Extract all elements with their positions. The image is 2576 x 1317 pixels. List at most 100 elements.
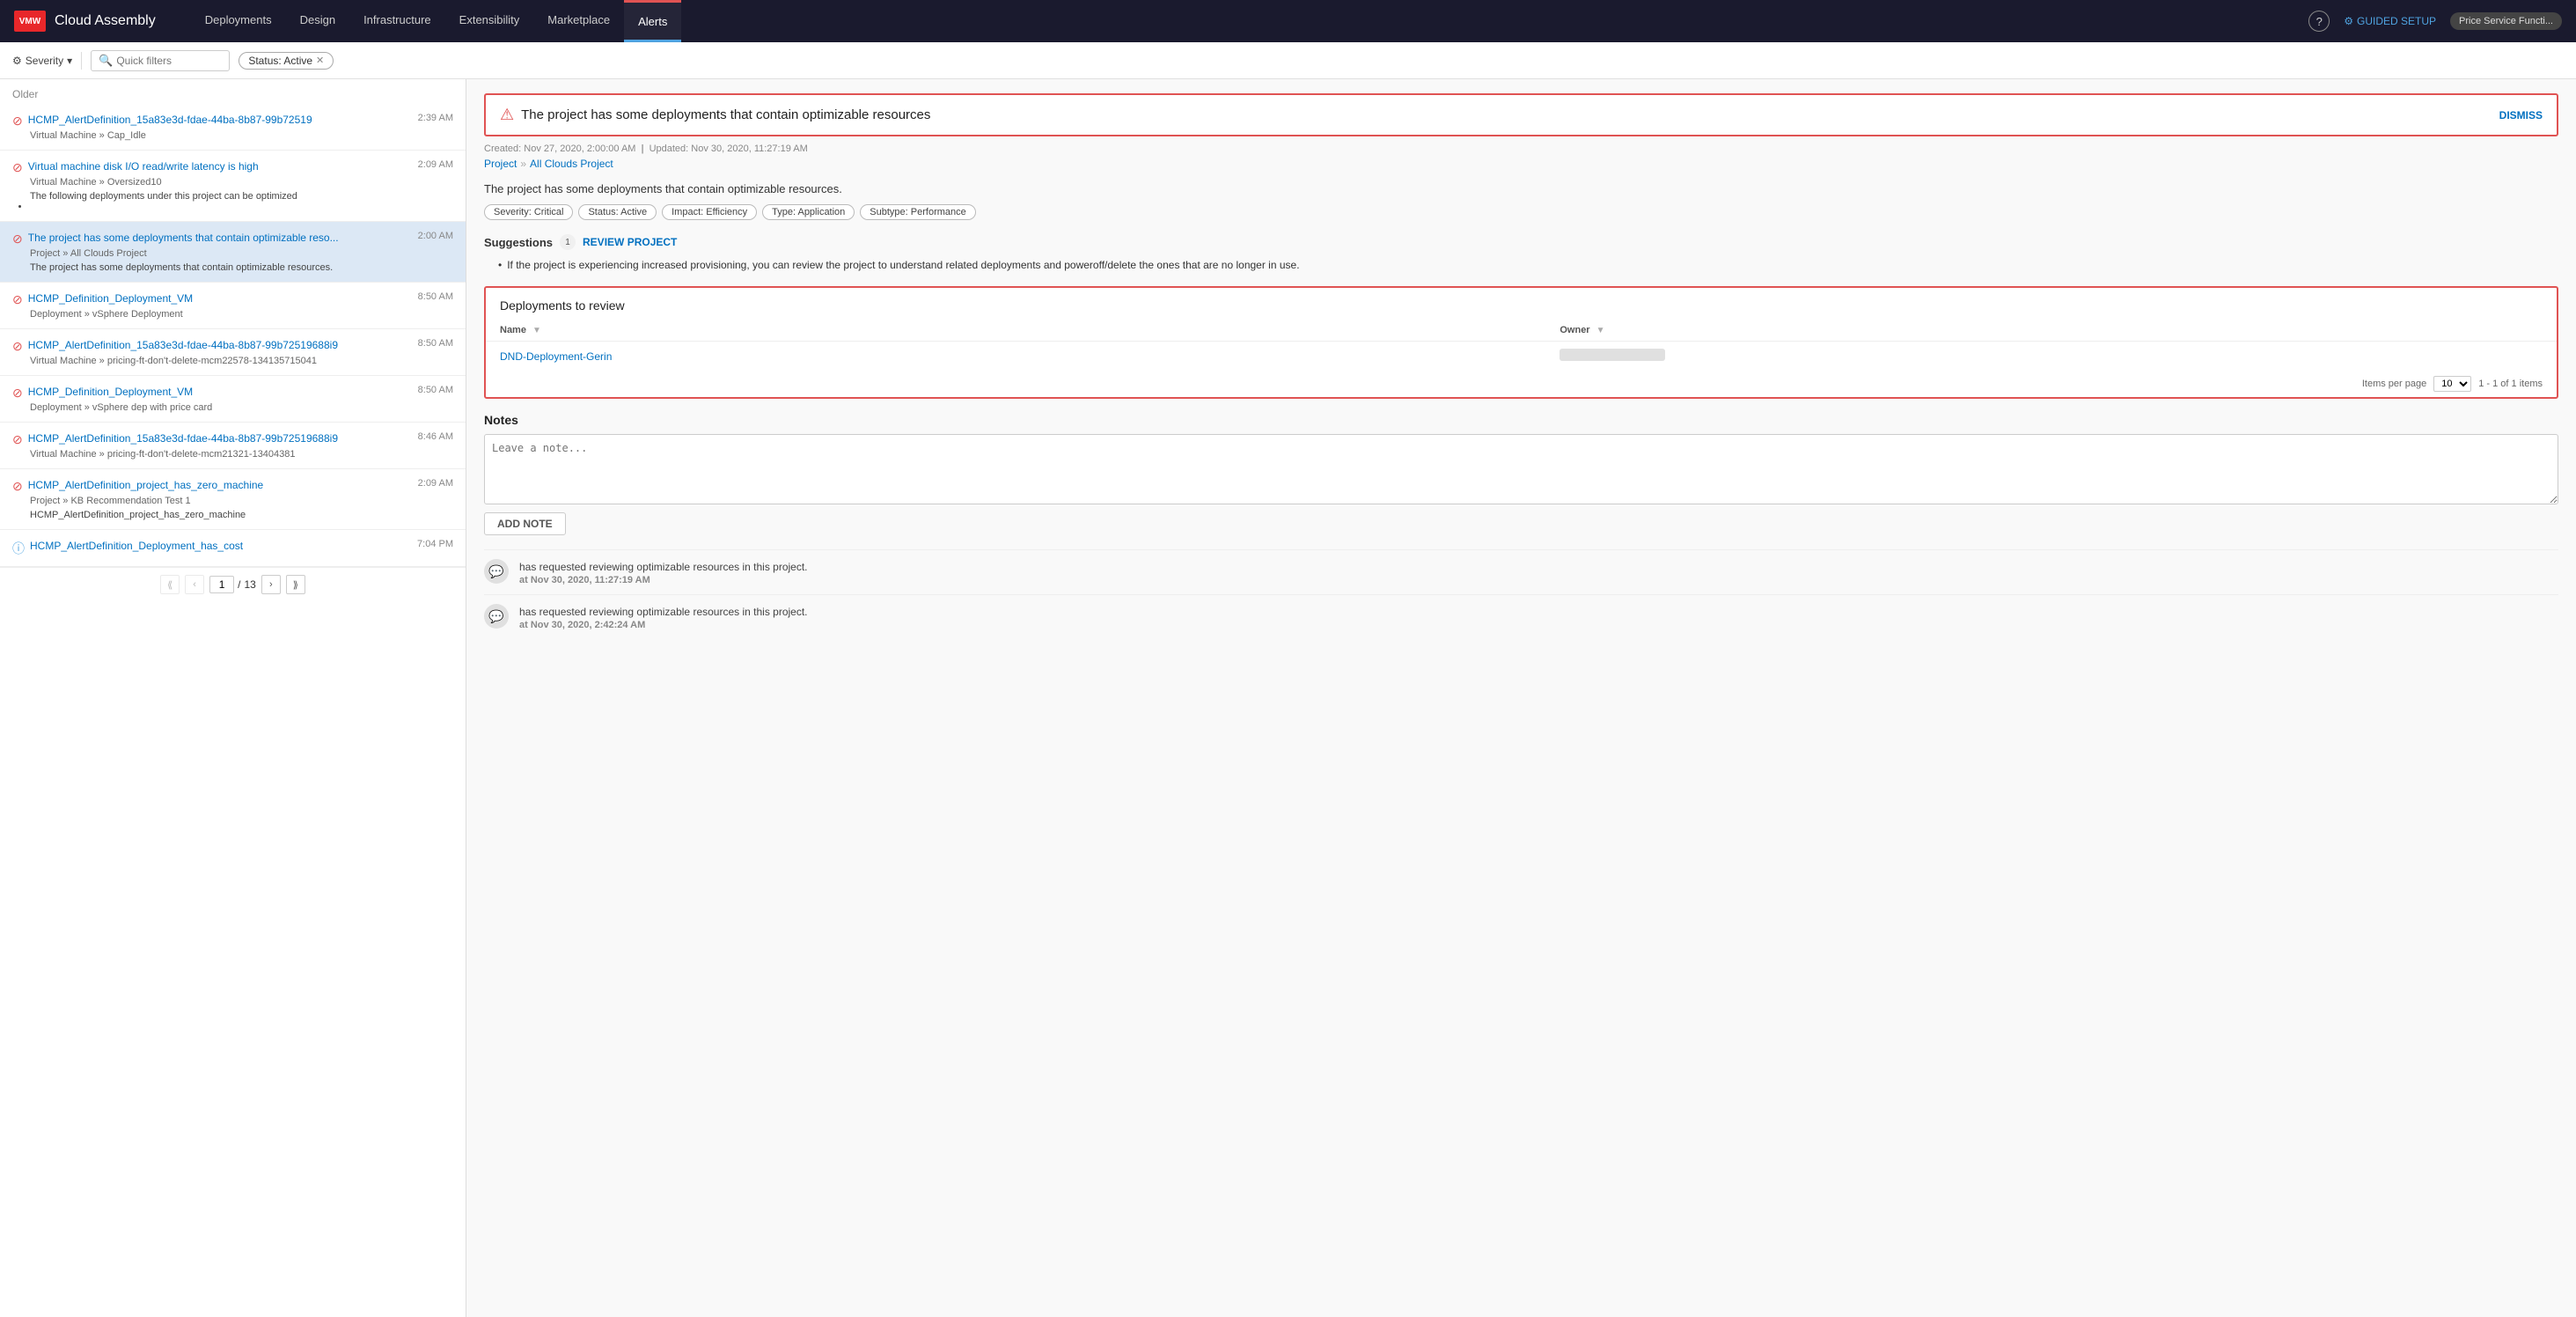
alert-item-header: ⊘ HCMP_Definition_Deployment_VM 8:50 AM (12, 291, 453, 307)
activity-content: has requested reviewing optimizable reso… (519, 604, 808, 630)
deployment-name-link[interactable]: DND-Deployment-Gerin (500, 350, 612, 363)
deployments-card: Deployments to review Name ▼ Owner ▼ DND… (484, 286, 2558, 399)
nav-tab-design[interactable]: Design (286, 0, 349, 42)
tag-chip: Subtype: Performance (860, 204, 975, 220)
alert-item-header: ⓘ HCMP_AlertDefinition_Deployment_has_co… (12, 539, 453, 557)
suggestions-header: Suggestions 1 REVIEW PROJECT (484, 234, 2558, 250)
alert-item-header: ⊘ The project has some deployments that … (12, 231, 453, 246)
severity-label: Severity (26, 55, 63, 67)
first-page-button[interactable]: ⟪ (160, 575, 180, 594)
guided-setup-button[interactable]: ⚙ GUIDED SETUP (2344, 15, 2436, 27)
page-input-container: / 13 (209, 576, 256, 593)
col-name: Name ▼ (486, 320, 1545, 342)
alert-item-header: ⊘ HCMP_Definition_Deployment_VM 8:50 AM (12, 385, 453, 401)
nav-tab-infrastructure[interactable]: Infrastructure (349, 0, 445, 42)
alert-severity-icon: ⊘ (12, 114, 23, 129)
page-separator: / (238, 578, 240, 591)
alert-item-title: HCMP_AlertDefinition_Deployment_has_cost (30, 539, 364, 554)
alert-breadcrumb[interactable]: Project » All Clouds Project (484, 158, 2558, 170)
alert-title-row: ⊘ HCMP_Definition_Deployment_VM (12, 291, 413, 307)
alert-item-title: HCMP_AlertDefinition_15a83e3d-fdae-44ba-… (28, 431, 363, 446)
activity-text: has requested reviewing optimizable reso… (519, 559, 808, 575)
alert-list-item[interactable]: ⊘ Virtual machine disk I/O read/write la… (0, 151, 466, 222)
alert-detail-title: The project has some deployments that co… (521, 107, 930, 122)
page-total: 13 (244, 578, 255, 591)
guided-setup-label: GUIDED SETUP (2357, 15, 2436, 27)
breadcrumb-separator: » (520, 158, 526, 170)
last-page-button[interactable]: ⟫ (286, 575, 305, 594)
alert-list-item[interactable]: ⊘ HCMP_AlertDefinition_15a83e3d-fdae-44b… (0, 423, 466, 469)
alert-item-time: 7:04 PM (417, 539, 453, 549)
alert-item-time: 2:09 AM (418, 159, 453, 170)
severity-filter[interactable]: ⚙ Severity ▾ (12, 55, 72, 67)
help-icon[interactable]: ? (2308, 11, 2330, 32)
owner-sort-icon[interactable]: ▼ (1596, 326, 1605, 335)
name-sort-icon[interactable]: ▼ (532, 326, 541, 335)
alert-list-item[interactable]: ⊘ HCMP_Definition_Deployment_VM 8:50 AM … (0, 376, 466, 423)
nav-tab-alerts[interactable]: Alerts (624, 0, 681, 42)
alert-list-item[interactable]: ⊘ The project has some deployments that … (0, 222, 466, 283)
alert-list-item[interactable]: ⊘ HCMP_Definition_Deployment_VM 8:50 AM … (0, 283, 466, 329)
prev-page-button[interactable]: ‹ (185, 575, 204, 594)
alert-item-sub: Deployment » vSphere dep with price card (12, 402, 453, 413)
alert-item-header: ⊘ Virtual machine disk I/O read/write la… (12, 159, 453, 175)
deployments-table: Name ▼ Owner ▼ DND-Deployment-Gerin (486, 320, 2557, 371)
alert-item-header: ⊘ HCMP_AlertDefinition_project_has_zero_… (12, 478, 453, 494)
quick-filters-search[interactable]: 🔍 (91, 50, 230, 71)
alert-item-title: HCMP_AlertDefinition_15a83e3d-fdae-44ba-… (28, 113, 363, 128)
section-label: Older (0, 79, 466, 104)
alert-list-item[interactable]: ⊘ HCMP_AlertDefinition_15a83e3d-fdae-44b… (0, 104, 466, 151)
alert-list-item[interactable]: ⊘ HCMP_AlertDefinition_15a83e3d-fdae-44b… (0, 329, 466, 376)
chip-close-icon[interactable]: ✕ (316, 55, 324, 66)
alert-severity-icon: ⊘ (12, 339, 23, 354)
alert-description: The project has some deployments that co… (484, 182, 2558, 195)
filter-divider (81, 52, 82, 70)
alerts-list-panel: Older ⊘ HCMP_AlertDefinition_15a83e3d-fd… (0, 79, 466, 1317)
alert-error-icon: ⚠ (500, 106, 514, 124)
suggestions-badge: 1 (560, 234, 576, 250)
tags-row: Severity: CriticalStatus: ActiveImpact: … (484, 204, 2558, 220)
alert-item-title: Virtual machine disk I/O read/write late… (28, 159, 363, 174)
page-number-input[interactable] (209, 576, 234, 593)
nav-tab-extensibility[interactable]: Extensibility (445, 0, 534, 42)
alert-list-item[interactable]: ⓘ HCMP_AlertDefinition_Deployment_has_co… (0, 530, 466, 567)
nav-tab-marketplace[interactable]: Marketplace (533, 0, 624, 42)
deployments-card-title: Deployments to review (486, 288, 2557, 320)
next-page-button[interactable]: › (261, 575, 281, 594)
status-active-chip[interactable]: Status: Active ✕ (239, 52, 334, 70)
items-per-page-select[interactable]: 10 25 50 (2433, 376, 2471, 392)
alert-item-title: HCMP_AlertDefinition_15a83e3d-fdae-44ba-… (28, 338, 363, 353)
deployments-table-body: DND-Deployment-Gerin (486, 342, 2557, 372)
app-title: Cloud Assembly (55, 13, 156, 29)
alert-item-sub: Project » KB Recommendation Test 1 (12, 496, 453, 506)
top-navigation: VMW Cloud Assembly DeploymentsDesignInfr… (0, 0, 2576, 42)
activity-icon: 💬 (484, 559, 509, 584)
notes-section: Notes ADD NOTE (484, 413, 2558, 535)
dismiss-button[interactable]: DISMISS (2499, 109, 2543, 121)
user-menu[interactable]: Price Service Functi... (2450, 12, 2562, 30)
alerts-list: ⊘ HCMP_AlertDefinition_15a83e3d-fdae-44b… (0, 104, 466, 567)
alert-severity-icon: ⊘ (12, 386, 23, 401)
notes-textarea[interactable] (484, 434, 2558, 504)
activity-time: at Nov 30, 2020, 2:42:24 AM (519, 620, 808, 630)
quick-filters-input[interactable] (116, 55, 222, 67)
alert-item-sub: Project » All Clouds Project (12, 248, 453, 259)
alert-item-time: 2:39 AM (418, 113, 453, 123)
review-project-link[interactable]: REVIEW PROJECT (583, 236, 677, 248)
alert-item-time: 8:50 AM (418, 338, 453, 349)
notes-title: Notes (484, 413, 2558, 427)
add-note-button[interactable]: ADD NOTE (484, 512, 566, 535)
alert-item-header: ⊘ HCMP_AlertDefinition_15a83e3d-fdae-44b… (12, 338, 453, 354)
alert-severity-icon: ⊘ (12, 160, 23, 175)
alert-item-desc: HCMP_AlertDefinition_project_has_zero_ma… (12, 510, 453, 520)
created-label: Created: (484, 143, 521, 154)
alert-item-title: HCMP_Definition_Deployment_VM (28, 385, 363, 400)
deployment-row: DND-Deployment-Gerin (486, 342, 2557, 372)
alert-detail-panel: ⚠ The project has some deployments that … (466, 79, 2576, 1317)
activity-icon: 💬 (484, 604, 509, 629)
alert-item-time: 8:50 AM (418, 385, 453, 395)
deployments-table-header-row: Name ▼ Owner ▼ (486, 320, 2557, 342)
alert-list-item[interactable]: ⊘ HCMP_AlertDefinition_project_has_zero_… (0, 469, 466, 530)
vmware-logo: VMW (14, 11, 46, 32)
nav-tab-deployments[interactable]: Deployments (191, 0, 286, 42)
